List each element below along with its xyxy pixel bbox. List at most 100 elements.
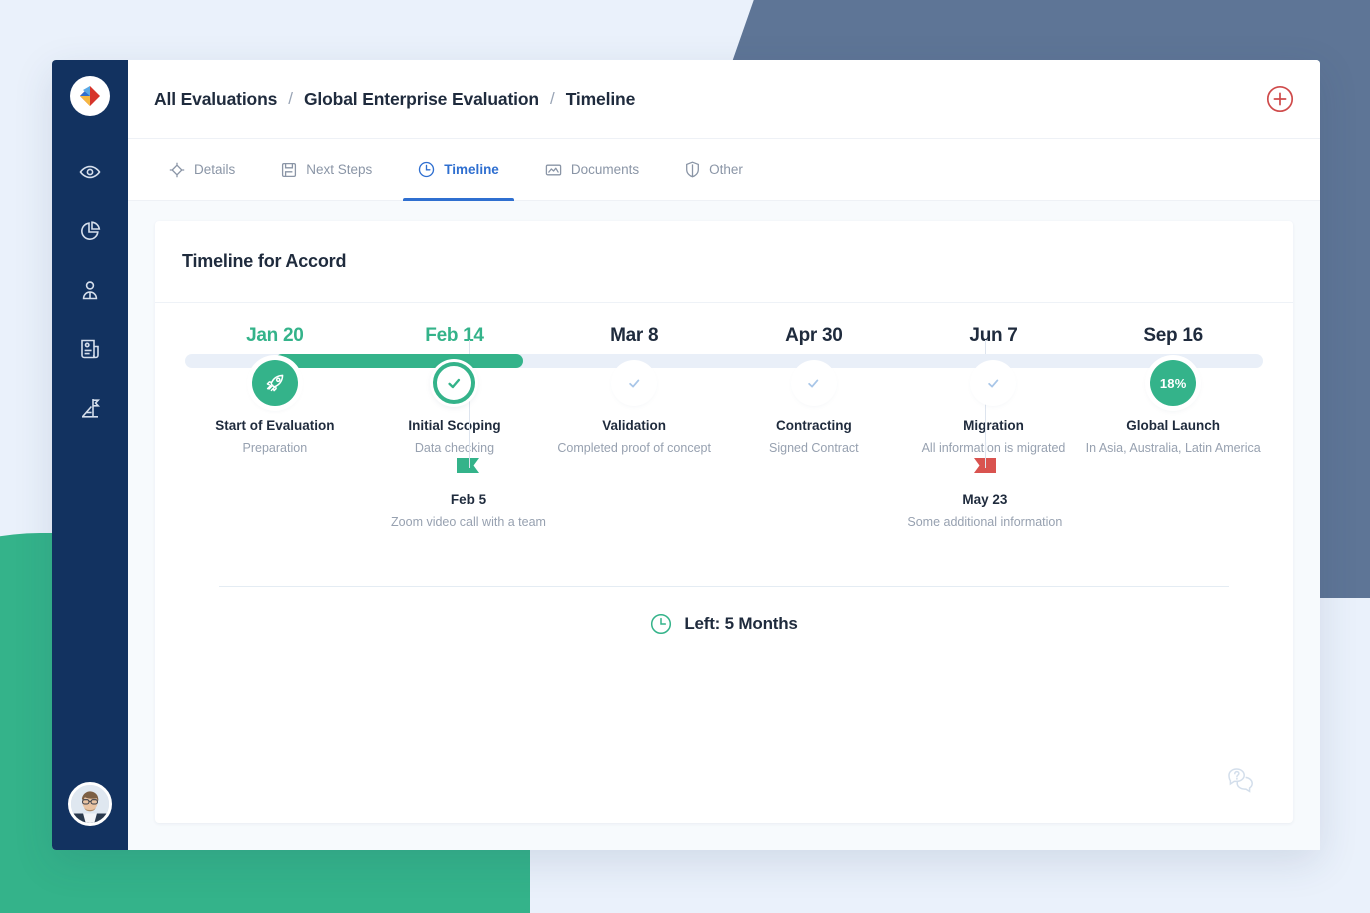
sidebar [52, 60, 128, 850]
stage-node-current[interactable] [433, 362, 475, 404]
breadcrumb-item-global-enterprise-evaluation[interactable]: Global Enterprise Evaluation [304, 89, 539, 110]
stage-node-upcoming[interactable] [974, 364, 1012, 402]
app-logo[interactable] [70, 76, 110, 116]
main-area: All Evaluations / Global Enterprise Eval… [128, 60, 1320, 850]
timeline-stage: Jan 20 [185, 325, 365, 458]
breadcrumb-separator: / [539, 89, 566, 109]
timeline-stage: Jun 7 Migration All information [904, 325, 1084, 458]
sidebar-item-goals[interactable] [68, 386, 112, 430]
tab-documents-label: Documents [571, 162, 639, 177]
stage-date: Apr 30 [724, 325, 904, 351]
section-divider [219, 586, 1229, 587]
content-area: Timeline for Accord Jan 20 [128, 201, 1320, 850]
breadcrumb: All Evaluations / Global Enterprise Eval… [154, 89, 635, 110]
stage-node-start[interactable] [252, 360, 298, 406]
diamond-crosshair-icon [169, 162, 185, 178]
tab-details[interactable]: Details [154, 139, 250, 200]
background-shape-green-tail [0, 853, 528, 913]
stage-name: Migration [904, 418, 1084, 433]
stage-name: Initial Scoping [365, 418, 545, 433]
milestone-desc: Some additional information [890, 513, 1080, 532]
check-icon [446, 375, 463, 392]
tab-next-steps-label: Next Steps [306, 162, 372, 177]
stage-desc: Data checking [365, 439, 545, 458]
stage-node-progress[interactable]: 18% [1150, 360, 1196, 406]
help-button[interactable] [1227, 765, 1263, 797]
app-window: All Evaluations / Global Enterprise Eval… [52, 60, 1320, 850]
add-button[interactable] [1266, 85, 1294, 113]
user-avatar[interactable] [68, 782, 112, 826]
page-title: Timeline for Accord [182, 251, 346, 272]
milestone-date: Feb 5 [374, 492, 564, 507]
stage-desc: Signed Contract [724, 439, 904, 458]
topbar: All Evaluations / Global Enterprise Eval… [128, 60, 1320, 139]
stage-name: Contracting [724, 418, 904, 433]
breadcrumb-item-all-evaluations[interactable]: All Evaluations [154, 89, 277, 110]
pie-chart-icon [78, 219, 102, 243]
check-icon [806, 376, 821, 391]
milestone[interactable]: Feb 5 Zoom video call with a team [374, 458, 564, 532]
stage-name: Start of Evaluation [185, 418, 365, 433]
stage-name: Validation [544, 418, 724, 433]
tab-other-label: Other [709, 162, 743, 177]
timeline-stage: Sep 16 18% Global Launch In Asia, Austra… [1083, 325, 1263, 458]
timeline-stage: Feb 14 Initial Scoping Data che [365, 325, 545, 458]
timeline-stage: Mar 8 Validation Completed proo [544, 325, 724, 458]
person-icon [78, 278, 102, 302]
stage-date: Mar 8 [544, 325, 724, 351]
chat-question-icon [1227, 765, 1263, 797]
milestone-date: May 23 [890, 492, 1080, 507]
sidebar-item-analytics[interactable] [68, 209, 112, 253]
timeline-card: Timeline for Accord Jan 20 [155, 221, 1293, 823]
check-icon [986, 376, 1001, 391]
document-icon [78, 337, 102, 361]
app-root: All Evaluations / Global Enterprise Eval… [0, 0, 1370, 913]
goal-flag-icon [78, 396, 102, 420]
timeline-stages: Jan 20 [185, 325, 1263, 458]
sidebar-item-overview[interactable] [68, 150, 112, 194]
stage-node-upcoming[interactable] [615, 364, 653, 402]
tab-next-steps[interactable]: Next Steps [266, 139, 387, 200]
tab-other[interactable]: Other [670, 139, 758, 200]
avatar-photo [71, 785, 109, 823]
progress-percent-label: 18% [1160, 376, 1187, 391]
breadcrumb-item-timeline: Timeline [566, 89, 635, 110]
stage-date: Jun 7 [904, 325, 1084, 351]
timeline-track-progress [275, 354, 523, 368]
stage-date: Sep 16 [1083, 325, 1263, 351]
clock-outline-icon [650, 613, 672, 635]
stage-desc: Completed proof of concept [544, 439, 724, 458]
tab-bar: Details Next Steps [128, 139, 1320, 201]
card-header: Timeline for Accord [155, 221, 1293, 303]
milestone[interactable]: May 23 Some additional information [890, 458, 1080, 532]
stage-date: Feb 14 [365, 325, 545, 351]
timeline-stage: Apr 30 Contracting Signed Contr [724, 325, 904, 458]
stage-name: Global Launch [1083, 418, 1263, 433]
clock-icon [418, 161, 435, 178]
tab-timeline-label: Timeline [444, 162, 499, 177]
timeline: Jan 20 [155, 303, 1293, 823]
stage-node-upcoming[interactable] [795, 364, 833, 402]
timeline-milestones: Feb 5 Zoom video call with a team [185, 458, 1263, 586]
image-chart-icon [545, 162, 562, 178]
pinwheel-diamond-logo-icon [77, 83, 103, 109]
stage-desc: Preparation [185, 439, 365, 458]
stage-desc: In Asia, Australia, Latin America [1083, 439, 1263, 458]
sidebar-item-contacts[interactable] [68, 268, 112, 312]
milestone-desc: Zoom video call with a team [374, 513, 564, 532]
tab-timeline[interactable]: Timeline [403, 139, 514, 200]
rocket-icon [264, 372, 286, 394]
tab-details-label: Details [194, 162, 235, 177]
eye-icon [78, 160, 102, 184]
plus-circle-icon [1266, 85, 1294, 113]
breadcrumb-separator: / [277, 89, 304, 109]
time-left-label: Left: 5 Months [684, 614, 797, 634]
stage-desc: All information is migrated [904, 439, 1084, 458]
tab-documents[interactable]: Documents [530, 139, 654, 200]
check-icon [627, 376, 642, 391]
save-steps-icon [281, 162, 297, 178]
sidebar-item-reports[interactable] [68, 327, 112, 371]
shield-icon [685, 161, 700, 178]
stage-date: Jan 20 [185, 325, 365, 351]
time-left-row: Left: 5 Months [155, 613, 1293, 635]
